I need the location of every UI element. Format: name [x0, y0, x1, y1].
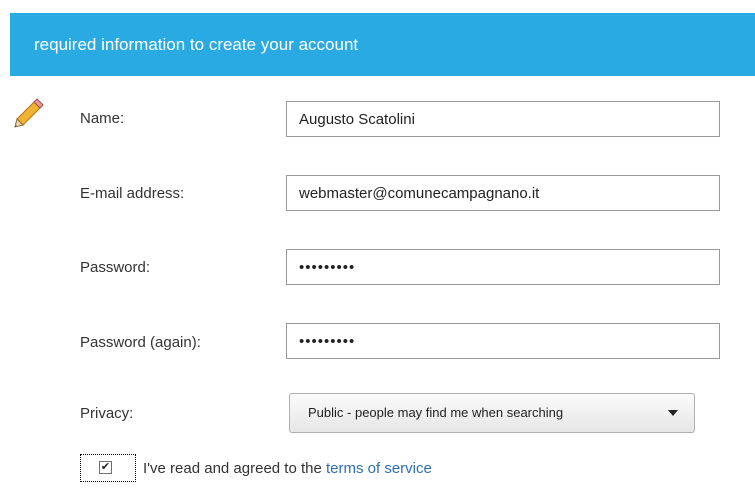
terms-checkbox-focus[interactable]: ✔ — [80, 454, 136, 482]
pencil-icon — [14, 98, 44, 128]
checkmark-icon: ✔ — [100, 461, 111, 473]
terms-checkbox[interactable]: ✔ — [99, 461, 112, 474]
name-label: Name: — [80, 110, 125, 127]
name-input[interactable] — [286, 101, 720, 137]
terms-text: I've read and agreed to the terms of ser… — [143, 460, 432, 477]
password-label: Password: — [80, 259, 151, 276]
terms-label: I've read and agreed to the — [143, 460, 326, 477]
password-again-input[interactable] — [286, 323, 720, 359]
terms-of-service-link[interactable]: terms of service — [326, 460, 432, 477]
privacy-dropdown[interactable]: Public - people may find me when searchi… — [289, 393, 695, 433]
password-again-label: Password (again): — [80, 334, 201, 351]
email-label: E-mail address: — [80, 185, 185, 202]
password-input[interactable] — [286, 249, 720, 285]
privacy-label: Privacy: — [80, 405, 134, 422]
privacy-selected-value: Public - people may find me when searchi… — [308, 405, 564, 420]
section-header: required information to create your acco… — [10, 13, 755, 76]
email-input[interactable] — [286, 175, 720, 211]
section-title: required information to create your acco… — [34, 35, 359, 54]
chevron-down-icon — [668, 410, 678, 416]
